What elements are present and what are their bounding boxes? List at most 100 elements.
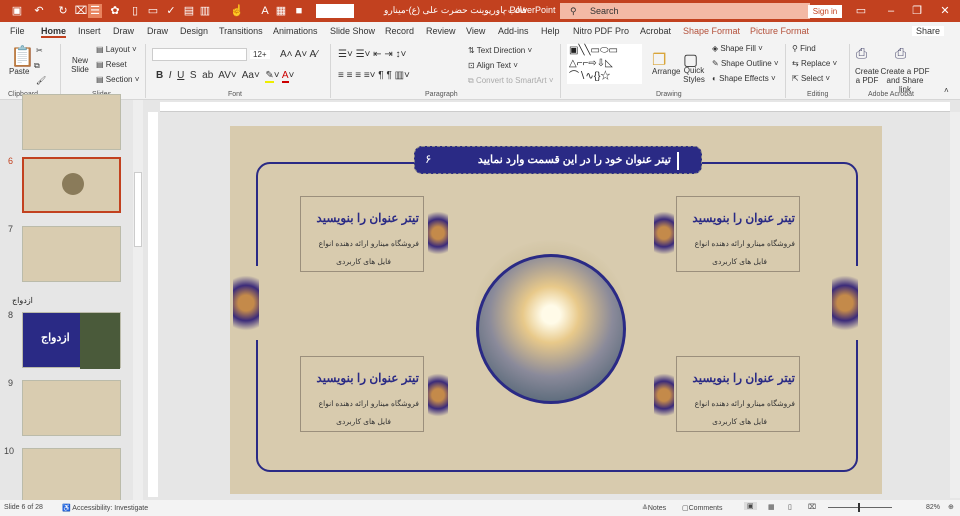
font-name-input[interactable] [152,48,247,61]
tab-acrobat[interactable]: Acrobat [640,26,671,36]
slideshow-button[interactable]: ⌧ [808,503,816,511]
create-share-pdf-button[interactable]: Create a PDF and Share link [880,67,930,94]
tab-review[interactable]: Review [426,26,456,36]
text-box-bottom-left[interactable]: تیتر عنوان را بنویسید فروشگاه مینارو ارائ… [300,356,424,432]
find-button[interactable]: ⚲ Find [792,44,816,53]
minimize-icon[interactable]: – [884,4,898,18]
reading-view-button[interactable]: ▯ [788,503,792,511]
shapes-gallery[interactable]: ▣╲╲▭⬭▭ △⌐⌐⇨⇩◺ ⌒∖∿{}☆ [567,44,642,84]
shape-effects-button[interactable]: ◐ Shape Effects ˅ [712,74,776,83]
notes-button[interactable]: ≙Notes [642,504,666,512]
tab-view[interactable]: View [466,26,485,36]
align-text-button[interactable]: ⊡ Align Text ˅ [468,61,518,70]
outline-icon[interactable]: ☰ [88,4,102,18]
picture-icon[interactable]: ▦ [274,4,288,18]
touch-icon[interactable]: ☝ [230,4,244,18]
text-box-top-right[interactable]: تیتر عنوان را بنویسید فروشگاه مینارو ارائ… [676,196,800,272]
section-button[interactable]: ▤ Section ˅ [96,75,139,84]
normal-view-button[interactable]: ▣ [744,502,757,510]
tab-home[interactable]: Home [41,26,67,38]
thumbnail-scrollbar[interactable] [133,100,143,500]
paste-button[interactable]: Paste [9,67,29,76]
format-painter-icon[interactable]: 🖌 [36,76,46,85]
convert-smartart-button[interactable]: ⧉ Convert to SmartArt ˅ [468,76,554,86]
new-slide-button[interactable]: New Slide [68,56,92,74]
tab-record[interactable]: Record [385,26,414,36]
palette-icon[interactable]: ✿ [108,4,122,18]
new-file-icon[interactable]: ▯ [128,4,142,18]
text-box-top-left[interactable]: تیتر عنوان را بنویسید فروشگاه مینارو ارائ… [300,196,424,272]
center-image[interactable] [476,254,626,404]
tab-draw-2[interactable]: Draw [147,26,168,36]
arrange-button[interactable]: Arrange [652,67,680,76]
sign-in-button[interactable]: Sign in [808,5,842,18]
box-line2: فایل های کاربردی [336,417,391,426]
align-buttons[interactable]: ≡ ≡ ≡ ≡˅ ¶ ¶ ▥˅ [338,70,410,81]
layout-button[interactable]: ▤ Layout ˅ [96,45,137,54]
tab-transitions[interactable]: Transitions [219,26,263,36]
replace-button[interactable]: ⇆ Replace ˅ [792,59,837,68]
shape-icon[interactable]: ■ [292,4,306,18]
reset-button[interactable]: ▤ Reset [96,60,127,69]
font-combo[interactable] [316,4,354,18]
collapse-ribbon-icon[interactable]: ˄ [944,86,949,95]
font-style-icon[interactable]: A [258,4,272,18]
ribbon-display-icon[interactable]: ▭ [854,4,868,18]
tab-file[interactable]: File [10,26,25,36]
slide-thumb-10[interactable] [22,448,121,504]
fit-slide-icon[interactable]: ⊕ [948,503,954,511]
tab-insert[interactable]: Insert [78,26,101,36]
shape-fill-button[interactable]: ◈ Shape Fill ˅ [712,44,763,53]
tab-add-ins[interactable]: Add-ins [498,26,529,36]
search-input[interactable]: ⚲ Search [560,3,810,19]
tab-animations[interactable]: Animations [273,26,318,36]
font-format-buttons[interactable]: B I U S ab AV˅ Aa˅ ✎˅ A˅ [156,70,294,83]
title-banner[interactable]: ۶ تیتر عنوان خود را در این قسمت وارد نما… [414,146,702,174]
present-icon[interactable]: ⌧ [74,4,88,18]
tab-nitro[interactable]: Nitro PDF Pro [573,26,629,36]
slide-thumb-5[interactable] [22,94,121,150]
slide-thumb-9[interactable] [22,380,121,436]
tab-picture-format[interactable]: Picture Format [750,26,809,36]
shape-outline-button[interactable]: ✎ Shape Outline ˅ [712,59,779,68]
accessibility-button[interactable]: ♿ Accessibility: Investigate [62,504,148,512]
tab-design[interactable]: Design [180,26,208,36]
close-icon[interactable]: ✕ [938,4,952,18]
redo-icon[interactable]: ↻ [56,4,70,18]
open-icon[interactable]: ▭ [146,4,160,18]
slide-number: 9 [8,378,14,388]
text-direction-button[interactable]: ⇅ Text Direction ˅ [468,46,532,55]
editor-scrollbar[interactable] [950,112,960,498]
print-preview-icon[interactable]: ▤ [182,4,196,18]
undo-icon[interactable]: ↶ [32,4,46,18]
share-button[interactable]: Share [912,26,945,36]
font-size-input[interactable]: 12+ [250,50,270,59]
select-button[interactable]: ⇱ Select ˅ [792,74,830,83]
create-pdf-button[interactable]: Create a PDF [854,67,880,85]
slide-sorter-button[interactable]: ▦ [768,503,775,511]
slide-thumb-6[interactable] [22,157,121,213]
font-size-buttons[interactable]: A˄ A˅ A⁄ [280,49,318,60]
section-header[interactable]: ازدواج [12,296,33,305]
slide-canvas[interactable]: ۶ تیتر عنوان خود را در این قسمت وارد نما… [230,126,882,494]
spell-icon[interactable]: ✓ [164,4,178,18]
slide-thumb-7[interactable] [22,226,121,282]
list-buttons[interactable]: ☰˅ ☰˅ ⇤ ⇥ ↕˅ [338,49,406,60]
zoom-slider[interactable] [828,503,892,512]
save-icon[interactable]: ▣ [10,4,24,18]
print-icon[interactable]: ▥ [198,4,212,18]
quick-styles-button[interactable]: Quick Styles [682,66,706,84]
tab-draw[interactable]: Draw [113,26,134,36]
tab-help[interactable]: Help [541,26,560,36]
cut-icon[interactable]: ✂ [36,46,43,55]
tab-shape-format[interactable]: Shape Format [683,26,740,36]
tab-slide-show[interactable]: Slide Show [330,26,375,36]
slide-title[interactable]: تیتر عنوان خود را در این قسمت وارد نمایی… [478,153,671,166]
text-box-bottom-right[interactable]: تیتر عنوان را بنویسید فروشگاه مینارو ارائ… [676,356,800,432]
zoom-level[interactable]: 82% [926,504,940,511]
copy-icon[interactable]: ⧉ [34,61,40,71]
restore-icon[interactable]: ❐ [910,4,924,18]
status-bar: Slide 6 of 28 ♿ Accessibility: Investiga… [0,500,960,516]
comments-button[interactable]: ▢Comments [682,504,722,512]
slide-thumb-8[interactable]: ازدواج [22,312,121,369]
